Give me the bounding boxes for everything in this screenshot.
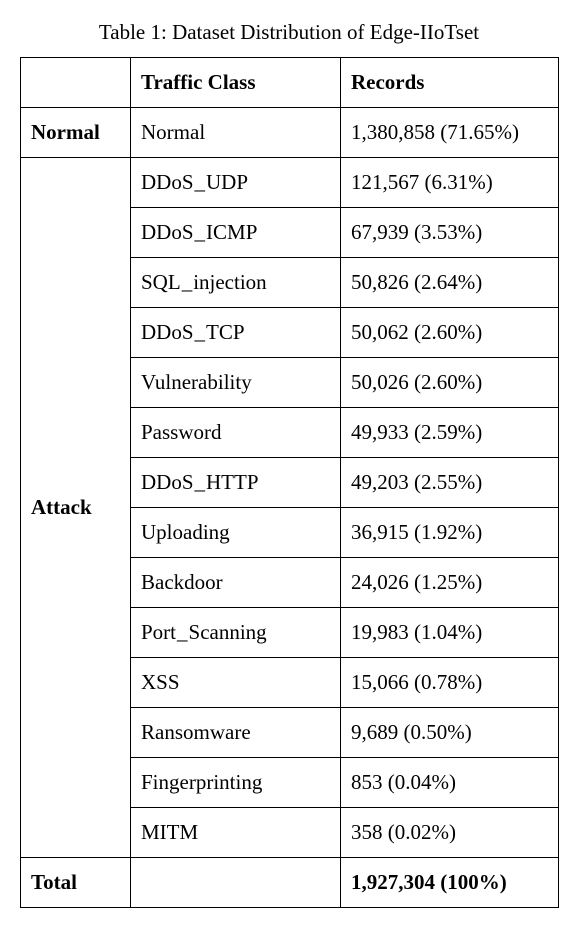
table-header-row: Traffic Class Records — [21, 58, 559, 108]
header-traffic-class: Traffic Class — [131, 58, 341, 108]
table-row: AttackDDoS_UDP121,567 (6.31%) — [21, 158, 559, 208]
underscore-glyph: _ — [195, 320, 206, 345]
cell-traffic-class: MITM — [131, 808, 341, 858]
group-label: Normal — [21, 108, 131, 158]
cell-records: 121,567 (6.31%) — [341, 158, 559, 208]
cell-traffic-class: Vulnerability — [131, 358, 341, 408]
cell-records: 15,066 (0.78%) — [341, 658, 559, 708]
cell-traffic-class: DDoS_ICMP — [131, 208, 341, 258]
underscore-glyph: _ — [177, 620, 188, 645]
cell-records: 49,203 (2.55%) — [341, 458, 559, 508]
cell-traffic-class: DDoS_TCP — [131, 308, 341, 358]
cell-records: 50,826 (2.64%) — [341, 258, 559, 308]
underscore-glyph: _ — [195, 220, 206, 245]
table-total-row: Total 1,927,304 (100%) — [21, 858, 559, 908]
cell-traffic-class: Port_Scanning — [131, 608, 341, 658]
cell-traffic-class: Uploading — [131, 508, 341, 558]
cell-traffic-class: Normal — [131, 108, 341, 158]
cell-records: 49,933 (2.59%) — [341, 408, 559, 458]
cell-traffic-class: Fingerprinting — [131, 758, 341, 808]
cell-records: 67,939 (3.53%) — [341, 208, 559, 258]
cell-traffic-class: DDoS_UDP — [131, 158, 341, 208]
cell-traffic-class: Ransomware — [131, 708, 341, 758]
cell-records: 19,983 (1.04%) — [341, 608, 559, 658]
header-blank — [21, 58, 131, 108]
cell-records: 50,062 (2.60%) — [341, 308, 559, 358]
cell-traffic-class: DDoS_HTTP — [131, 458, 341, 508]
total-class — [131, 858, 341, 908]
cell-records: 853 (0.04%) — [341, 758, 559, 808]
header-records: Records — [341, 58, 559, 108]
total-label: Total — [21, 858, 131, 908]
cell-records: 50,026 (2.60%) — [341, 358, 559, 408]
total-records: 1,927,304 (100%) — [341, 858, 559, 908]
cell-records: 36,915 (1.92%) — [341, 508, 559, 558]
underscore-glyph: _ — [195, 170, 206, 195]
cell-records: 358 (0.02%) — [341, 808, 559, 858]
cell-traffic-class: Backdoor — [131, 558, 341, 608]
group-label: Attack — [21, 158, 131, 858]
dataset-table: Traffic Class Records NormalNormal1,380,… — [20, 57, 559, 908]
table-row: NormalNormal1,380,858 (71.65%) — [21, 108, 559, 158]
cell-traffic-class: XSS — [131, 658, 341, 708]
cell-records: 9,689 (0.50%) — [341, 708, 559, 758]
cell-traffic-class: Password — [131, 408, 341, 458]
cell-records: 1,380,858 (71.65%) — [341, 108, 559, 158]
underscore-glyph: _ — [195, 470, 206, 495]
underscore-glyph: _ — [182, 270, 193, 295]
cell-records: 24,026 (1.25%) — [341, 558, 559, 608]
table-caption: Table 1: Dataset Distribution of Edge-II… — [20, 20, 558, 45]
cell-traffic-class: SQL_injection — [131, 258, 341, 308]
